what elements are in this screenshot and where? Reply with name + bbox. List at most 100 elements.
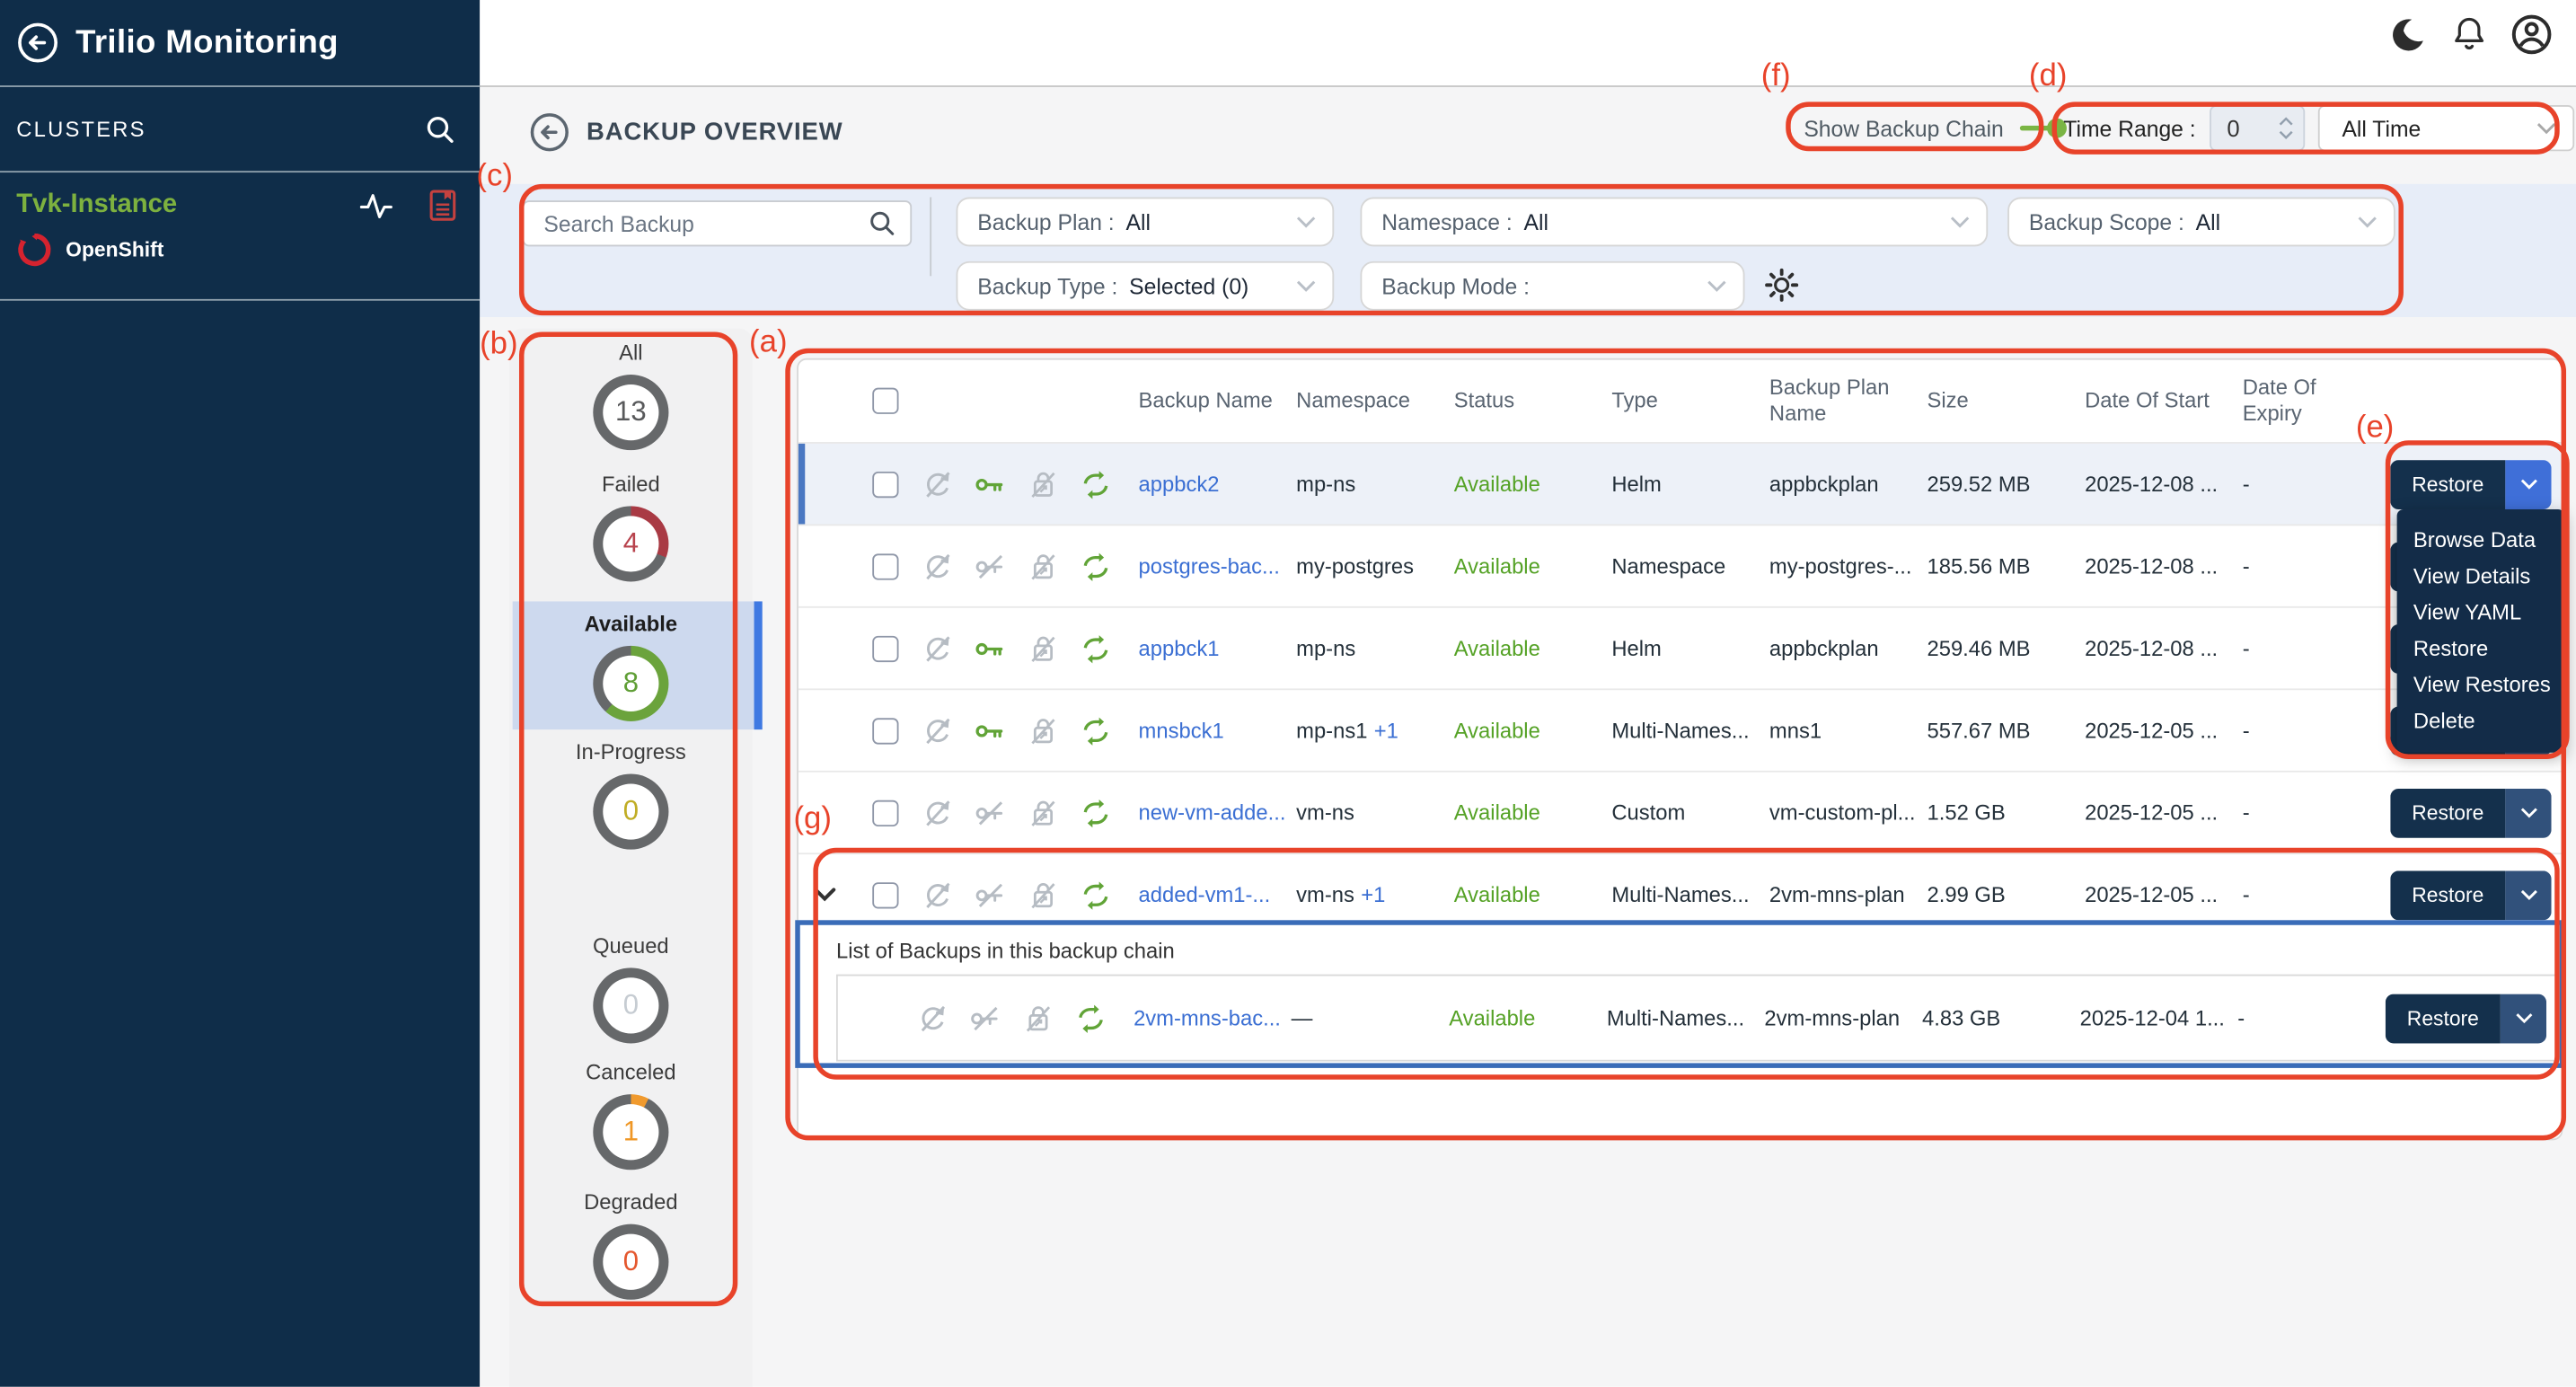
backup-plan-select[interactable]: Backup Plan : All xyxy=(957,197,1335,246)
backups-table: Backup Name Namespace Status Type Backup… xyxy=(797,358,2563,1141)
summary-count: 4 xyxy=(593,506,668,581)
row-checkbox[interactable] xyxy=(872,635,898,661)
namespace-cell: mp-ns xyxy=(1296,472,1355,496)
summary-label: All xyxy=(509,340,753,365)
recurring-backup-icon xyxy=(1080,632,1113,665)
summary-item-all[interactable]: All 13 xyxy=(509,340,753,451)
plan-cell: my-postgres-... xyxy=(1769,553,1928,578)
row-checkbox[interactable] xyxy=(872,552,898,579)
namespace-extra-badge[interactable]: +1 xyxy=(1374,718,1398,742)
encryption-key-icon xyxy=(975,632,1008,665)
summary-item-queued[interactable]: Queued 0 xyxy=(509,933,753,1044)
gear-icon[interactable] xyxy=(1764,268,1798,302)
restore-button[interactable]: Restore xyxy=(2390,788,2505,837)
row-checkbox[interactable] xyxy=(872,717,898,743)
menu-item-view-details[interactable]: View Details xyxy=(2413,559,2564,595)
start-date-cell: 2025-12-05 ... xyxy=(2085,718,2243,742)
backup-type-value: Selected (0) xyxy=(1129,274,1248,298)
time-range-select[interactable]: All Time xyxy=(2317,105,2573,151)
menu-item-view-yaml[interactable]: View YAML xyxy=(2413,595,2564,631)
show-backup-chain-toggle[interactable] xyxy=(2016,115,2066,141)
search-backup-input[interactable] xyxy=(541,209,868,237)
menu-item-delete[interactable]: Delete xyxy=(2413,703,2564,739)
restore-menu-caret[interactable] xyxy=(2505,788,2551,837)
table-row[interactable]: postgres-bac... my-postgres Available Na… xyxy=(798,524,2562,605)
summary-donut-queued: 0 xyxy=(593,967,668,1043)
sidebar-item-tvk-instance[interactable]: Tvk-Instance OpenShift xyxy=(0,172,480,301)
show-backup-chain-label: Show Backup Chain xyxy=(1804,116,2003,140)
cluster-monitoring-pulse-icon[interactable] xyxy=(360,192,393,218)
namespace-select[interactable]: Namespace : All xyxy=(1360,197,1988,246)
backup-scope-select[interactable]: Backup Scope : All xyxy=(2007,197,2395,246)
restore-menu-caret[interactable] xyxy=(2501,994,2546,1043)
backup-name-link[interactable]: postgres-bac... xyxy=(1139,553,1297,578)
backup-mode-select[interactable]: Backup Mode : xyxy=(1360,261,1744,311)
cluster-docs-icon[interactable] xyxy=(428,189,456,222)
summary-label: Canceled xyxy=(509,1060,753,1084)
row-checkbox[interactable] xyxy=(872,800,898,826)
summary-item-failed[interactable]: Failed 4 xyxy=(509,472,753,582)
stepper-arrows-icon[interactable] xyxy=(2278,117,2292,140)
backup-name-link[interactable]: appbck2 xyxy=(1139,472,1297,496)
row-checkbox[interactable] xyxy=(872,471,898,497)
chevron-down-icon xyxy=(2536,121,2555,135)
table-row[interactable]: appbck1 mp-ns Available Helm appbckplan … xyxy=(798,606,2562,688)
summary-item-canceled[interactable]: Canceled 1 xyxy=(509,1060,753,1171)
encryption-disabled-icon xyxy=(975,550,1008,583)
search-icon[interactable] xyxy=(868,208,897,238)
backup-name-link[interactable]: added-vm1-... xyxy=(1139,882,1297,906)
backup-chain-row[interactable]: 2vm-mns-bac... — Available Multi-Names..… xyxy=(838,976,2556,1059)
select-all-checkbox[interactable] xyxy=(872,388,898,414)
notifications-bell-icon[interactable] xyxy=(2451,14,2487,54)
summary-item-in-progress[interactable]: In-Progress 0 xyxy=(509,739,753,850)
table-row-expanded[interactable]: added-vm1-... vm-ns+1 Available Multi-Na… xyxy=(798,853,2562,934)
namespace-extra-badge[interactable]: +1 xyxy=(1361,882,1385,906)
restore-button[interactable]: Restore xyxy=(2390,870,2505,919)
restore-menu-caret[interactable] xyxy=(2505,870,2551,919)
cluster-name[interactable]: Tvk-Instance xyxy=(16,190,177,220)
time-range-stepper[interactable]: 0 xyxy=(2209,105,2304,151)
backup-type-select[interactable]: Backup Type : Selected (0) xyxy=(957,261,1335,311)
summary-donut-in-progress: 0 xyxy=(593,773,668,849)
summary-donut-canceled: 1 xyxy=(593,1094,668,1170)
backup-overview-screen: Trilio Monitoring CLUSTERS Tvk-Instance xyxy=(0,0,2576,1387)
cluster-platform-label: OpenShift xyxy=(66,238,163,261)
menu-item-restore[interactable]: Restore xyxy=(2413,631,2564,667)
table-row[interactable]: new-vm-adde... vm-ns Available Custom vm… xyxy=(798,771,2562,853)
col-backup-plan-name: Backup Plan Name xyxy=(1769,375,1928,428)
backup-name-link[interactable]: new-vm-adde... xyxy=(1139,800,1297,825)
plan-cell: appbckplan xyxy=(1769,472,1928,496)
page-back-icon[interactable] xyxy=(529,111,570,153)
menu-item-browse-data[interactable]: Browse Data xyxy=(2413,523,2564,559)
cluster-search-icon[interactable] xyxy=(424,112,457,146)
dark-mode-moon-icon[interactable] xyxy=(2387,14,2429,56)
chevron-down-icon xyxy=(1950,216,1970,229)
chevron-down-icon xyxy=(2358,216,2378,229)
backup-name-link[interactable]: mnsbck1 xyxy=(1139,718,1297,742)
backup-name-link[interactable]: appbck1 xyxy=(1139,636,1297,660)
backup-name-link[interactable]: 2vm-mns-bac... xyxy=(1134,1005,1292,1029)
type-cell: Helm xyxy=(1611,636,1769,660)
col-type: Type xyxy=(1611,388,1769,414)
recurring-backup-icon xyxy=(1080,714,1113,747)
summary-item-degraded[interactable]: Degraded 0 xyxy=(509,1189,753,1300)
encryption-key-icon xyxy=(975,714,1008,747)
restore-menu-caret[interactable] xyxy=(2505,459,2551,508)
restore-button[interactable]: Restore xyxy=(2386,994,2501,1043)
back-icon[interactable] xyxy=(16,22,59,65)
menu-item-view-restores[interactable]: View Restores xyxy=(2413,667,2564,703)
table-row[interactable]: appbck2 mp-ns Available Helm appbckplan … xyxy=(798,442,2562,524)
row-checkbox[interactable] xyxy=(872,881,898,907)
start-date-cell: 2025-12-08 ... xyxy=(2085,636,2243,660)
collapse-chain-chevron-icon[interactable] xyxy=(798,888,850,902)
summary-item-available[interactable]: Available 8 xyxy=(509,611,753,721)
time-range-label: Time Range : xyxy=(2063,116,2195,140)
start-date-cell: 2025-12-08 ... xyxy=(2085,553,2243,578)
restore-button[interactable]: Restore xyxy=(2390,459,2505,508)
user-avatar-icon[interactable] xyxy=(2510,13,2554,57)
recurring-backup-icon xyxy=(1080,550,1113,583)
table-row[interactable]: mnsbck1 mp-ns1+1 Available Multi-Names..… xyxy=(798,688,2562,770)
sync-disabled-icon xyxy=(922,632,955,665)
summary-count: 8 xyxy=(593,646,668,721)
page-title: BACKUP OVERVIEW xyxy=(587,119,843,146)
